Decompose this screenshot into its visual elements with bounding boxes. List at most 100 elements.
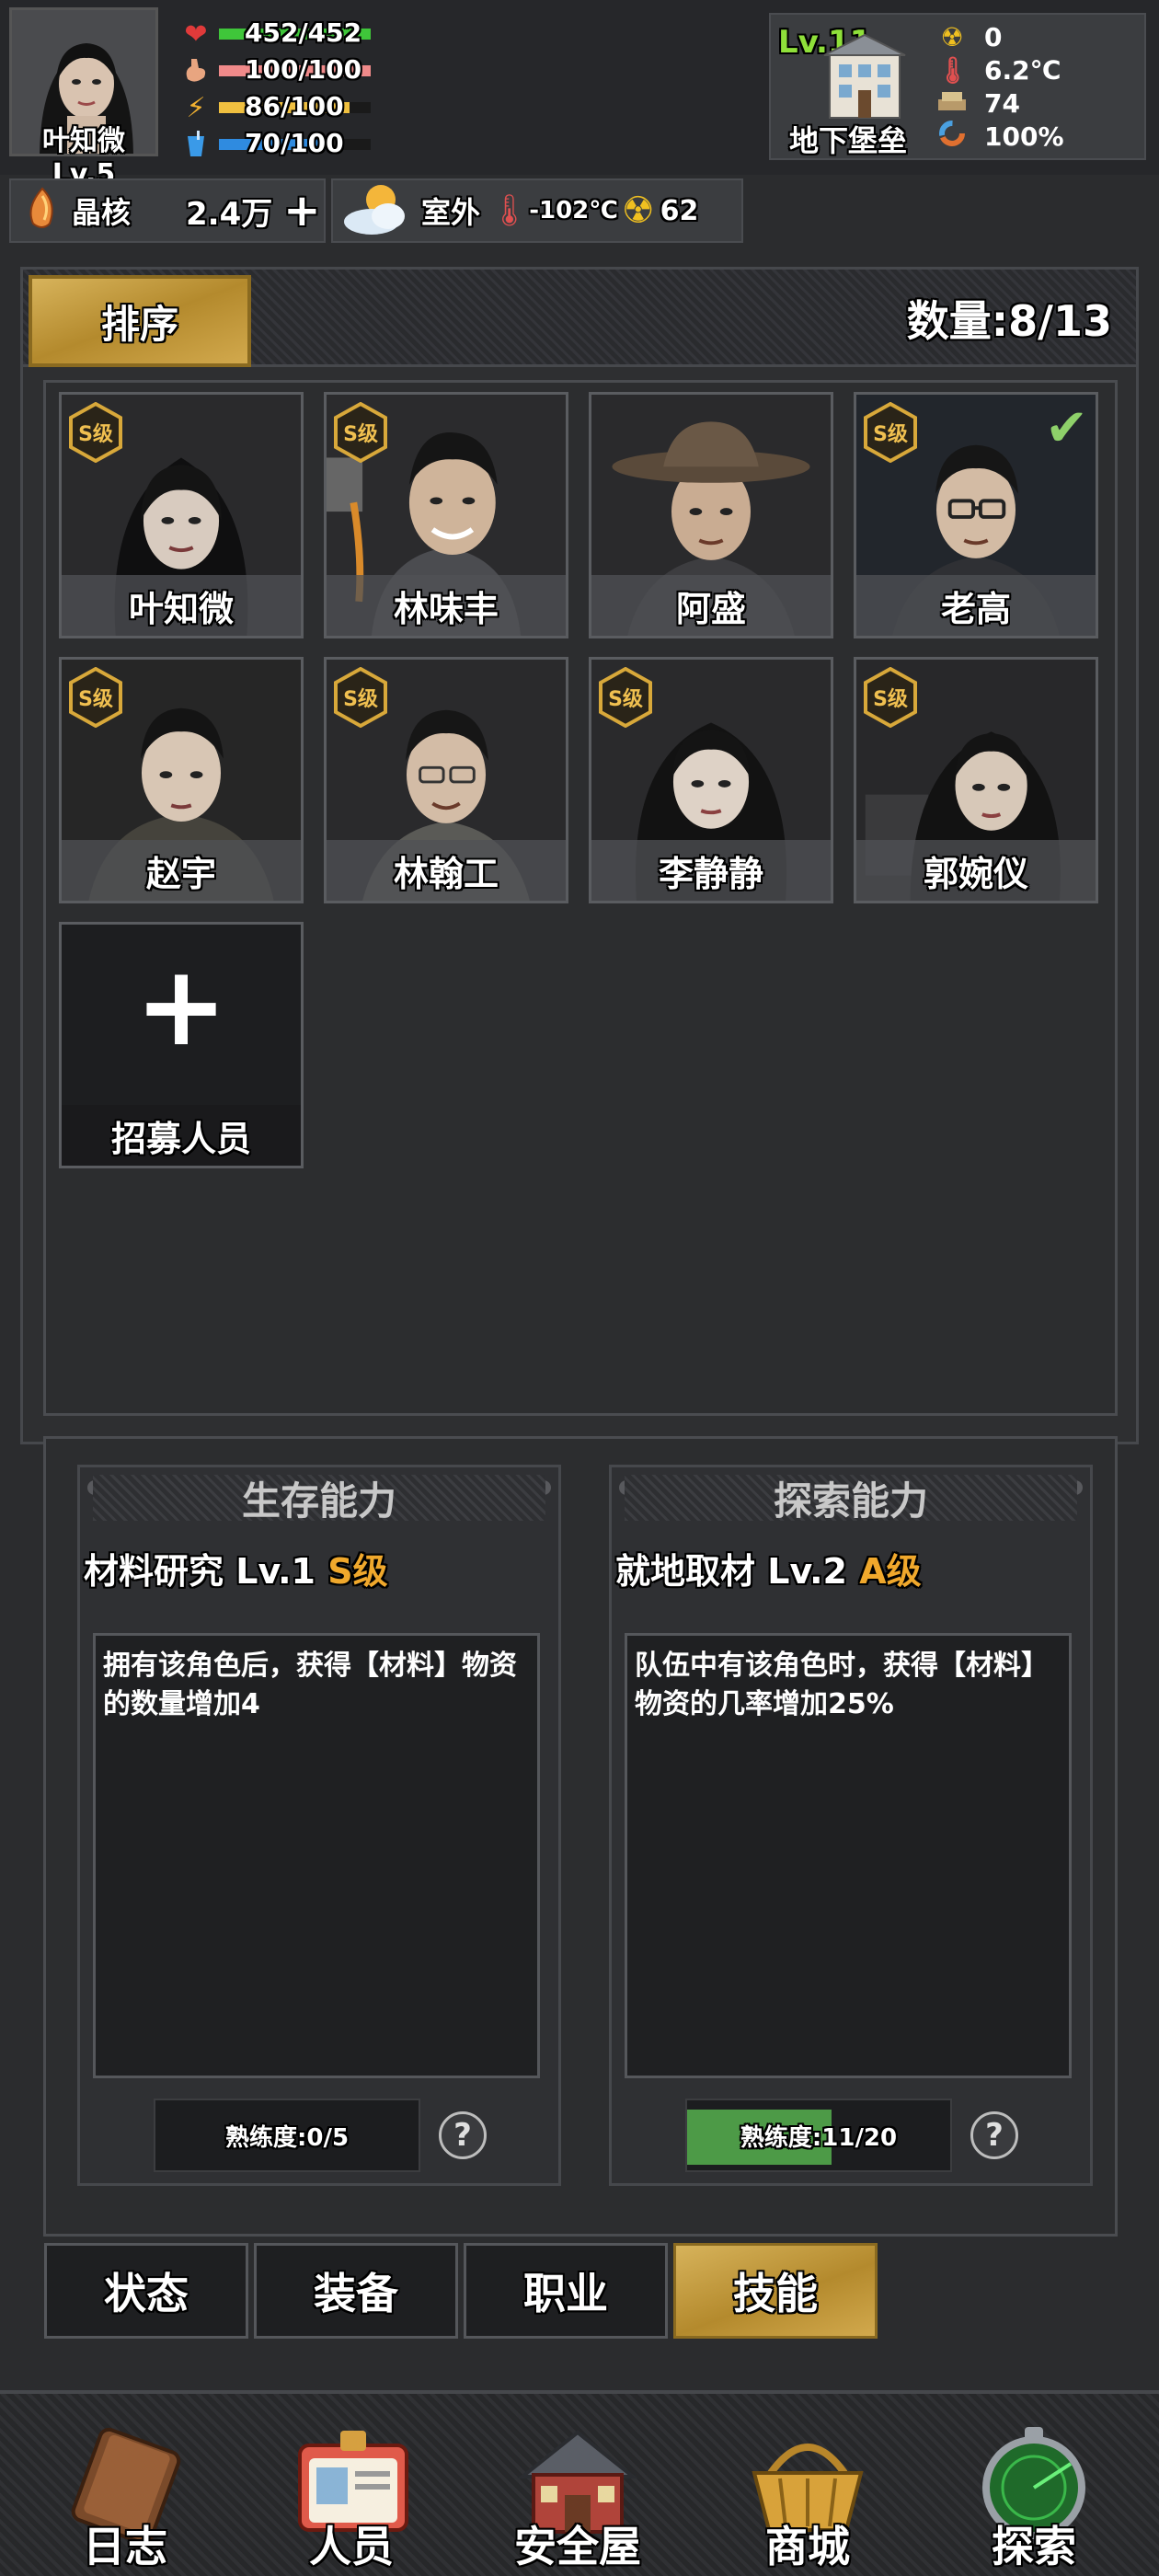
base-name: 地下堡垒 bbox=[789, 123, 908, 158]
base-integrity: 100% bbox=[936, 120, 1064, 153]
member-card[interactable]: S级 赵宇 bbox=[59, 657, 304, 903]
crystal-panel: 晶核 2.4万 + bbox=[9, 178, 326, 243]
sort-button[interactable]: 排序 bbox=[29, 275, 251, 367]
supplies-icon bbox=[936, 88, 968, 119]
s-rank-badge: S级 bbox=[334, 667, 387, 728]
recruit-member-button[interactable]: + 招募人员 bbox=[59, 922, 304, 1168]
s-rank-badge: S级 bbox=[334, 402, 387, 463]
member-card[interactable]: S级 林翰工 bbox=[324, 657, 568, 903]
member-card[interactable]: S级 叶知微 bbox=[59, 392, 304, 638]
nav-safehouse[interactable]: 安全屋 bbox=[486, 2403, 670, 2576]
survival-title: 生存能力 bbox=[93, 1475, 545, 1524]
thirst-stat: 70/100 bbox=[177, 128, 371, 160]
nav-label: 日志 bbox=[83, 2522, 167, 2571]
detail-tab-bar: 状态 装备 职业 技能 bbox=[44, 2243, 1120, 2344]
help-button[interactable]: ? bbox=[439, 2111, 487, 2159]
hp-stat: ❤ 452/452 bbox=[177, 17, 371, 51]
hp-bar: 452/452 bbox=[219, 17, 371, 48]
nav-label: 安全屋 bbox=[514, 2522, 641, 2571]
base-panel[interactable]: Lv.11 地下堡垒 ☢ 0 🌡 6.2℃ 74 100% bbox=[769, 13, 1146, 160]
thermometer-icon: 🌡 bbox=[936, 54, 970, 86]
nav-journal[interactable]: 日志 bbox=[33, 2403, 217, 2576]
roster-header: 排序 数量:8/13 bbox=[23, 270, 1136, 367]
tab-equipment[interactable]: 装备 bbox=[254, 2243, 458, 2339]
member-name: 阿盛 bbox=[591, 575, 831, 636]
member-name: 老高 bbox=[856, 575, 1096, 636]
status-hud: 叶知微 Lv.5 ❤ 452/452 100/100 ⚡ 86/100 70/1… bbox=[0, 0, 1159, 243]
survival-skill-panel: 生存能力 材料研究 Lv.1 S级 拥有该角色后，获得【材料】物资的数量增加4 … bbox=[77, 1465, 561, 2186]
member-name: 李静静 bbox=[591, 840, 831, 901]
tab-status[interactable]: 状态 bbox=[44, 2243, 248, 2339]
selected-check-icon: ✔ bbox=[1045, 398, 1088, 458]
member-name: 林翰工 bbox=[327, 840, 566, 901]
member-card[interactable]: 阿盛 bbox=[589, 392, 833, 638]
member-name: 郭婉仪 bbox=[856, 840, 1096, 901]
nav-personnel[interactable]: 人员 bbox=[259, 2403, 443, 2576]
nav-label: 探索 bbox=[992, 2522, 1076, 2571]
rank-label: S级 bbox=[873, 422, 908, 446]
hunger-value: 100/100 bbox=[245, 54, 362, 85]
add-crystal-button[interactable]: + bbox=[283, 189, 320, 233]
outdoor-radiation-icon: ☢ bbox=[621, 190, 655, 232]
pie-chart-icon bbox=[936, 120, 968, 154]
heart-icon: ❤ bbox=[184, 17, 208, 51]
nav-label: 人员 bbox=[309, 2522, 394, 2571]
help-button[interactable]: ? bbox=[970, 2111, 1018, 2159]
member-card[interactable]: S级 李静静 bbox=[589, 657, 833, 903]
base-temperature-value: 6.2℃ bbox=[984, 54, 1061, 86]
rank-label: S级 bbox=[78, 422, 113, 446]
outdoor-radiation: 62 bbox=[660, 194, 699, 227]
bottom-nav: 日志 人员 安全屋 商城 探索 bbox=[0, 2390, 1159, 2576]
explore-skill-name-text: 就地取材 Lv.2 bbox=[615, 1551, 847, 1592]
energy-bar: 86/100 bbox=[219, 91, 371, 121]
member-name: 林味丰 bbox=[327, 575, 566, 636]
explore-skill-description: 队伍中有该角色时，获得【材料】物资的几率增加25% bbox=[625, 1633, 1072, 2078]
hunger-bar: 100/100 bbox=[219, 54, 371, 85]
energy-value: 86/100 bbox=[245, 91, 344, 121]
weather-sunny-cloud-icon bbox=[337, 179, 418, 242]
explore-title: 探索能力 bbox=[625, 1475, 1077, 1524]
explore-proficiency-text: 熟练度:11/20 bbox=[740, 2123, 898, 2152]
explore-proficiency-bar: 熟练度:11/20 bbox=[685, 2099, 952, 2172]
explore-skill-name: 就地取材 Lv.2 A级 bbox=[615, 1543, 922, 1593]
base-supplies-value: 74 bbox=[984, 87, 1020, 119]
survival-proficiency-text: 熟练度:0/5 bbox=[224, 2123, 350, 2152]
roster-window: 排序 数量:8/13 S级 叶知微 S级 林味丰 阿盛 S级 ✔ 老高 S级 赵… bbox=[20, 267, 1139, 2237]
member-name: 赵宇 bbox=[62, 840, 301, 901]
outdoor-thermometer-icon: 🌡 bbox=[489, 192, 530, 229]
member-name: 叶知微 bbox=[62, 575, 301, 636]
building-icon bbox=[817, 31, 912, 123]
nav-shop[interactable]: 商城 bbox=[716, 2403, 900, 2576]
base-integrity-value: 100% bbox=[984, 121, 1064, 152]
explore-skill-grade: A级 bbox=[859, 1551, 922, 1592]
nav-label: 商城 bbox=[765, 2522, 850, 2571]
member-card[interactable]: S级 郭婉仪 bbox=[854, 657, 1098, 903]
base-radiation-value: 0 bbox=[984, 21, 1003, 52]
s-rank-badge: S级 bbox=[864, 402, 917, 463]
survival-skill-grade: S级 bbox=[327, 1551, 388, 1592]
base-radiation: ☢ 0 bbox=[936, 20, 1002, 53]
tab-profession[interactable]: 职业 bbox=[464, 2243, 668, 2339]
tab-skills[interactable]: 技能 bbox=[673, 2243, 878, 2339]
recruit-label: 招募人员 bbox=[62, 1105, 301, 1166]
explore-skill-panel: 探索能力 就地取材 Lv.2 A级 队伍中有该角色时，获得【材料】物资的几率增加… bbox=[609, 1465, 1093, 2186]
nav-explore[interactable]: 探索 bbox=[942, 2403, 1126, 2576]
member-card[interactable]: S级 林味丰 bbox=[324, 392, 568, 638]
plus-icon: + bbox=[134, 943, 228, 1071]
survival-skill-name: 材料研究 Lv.1 S级 bbox=[84, 1543, 388, 1593]
s-rank-badge: S级 bbox=[864, 667, 917, 728]
rank-label: S级 bbox=[608, 687, 643, 711]
base-temperature: 🌡 6.2℃ bbox=[936, 53, 1061, 86]
crystal-value: 2.4万 bbox=[186, 195, 273, 233]
member-card[interactable]: S级 ✔ 老高 bbox=[854, 392, 1098, 638]
member-grid: S级 叶知微 S级 林味丰 阿盛 S级 ✔ 老高 S级 赵宇 S级 林翰工 S级… bbox=[43, 380, 1118, 1416]
hp-value: 452/452 bbox=[245, 17, 362, 48]
base-supplies: 74 bbox=[936, 86, 1020, 120]
member-count: 数量:8/13 bbox=[906, 296, 1112, 346]
lightning-icon: ⚡ bbox=[186, 91, 206, 124]
survival-skill-description: 拥有该角色后，获得【材料】物资的数量增加4 bbox=[93, 1633, 540, 2078]
skills-section: 生存能力 材料研究 Lv.1 S级 拥有该角色后，获得【材料】物资的数量增加4 … bbox=[43, 1436, 1118, 2237]
rank-label: S级 bbox=[343, 687, 378, 711]
location-label: 室外 bbox=[421, 195, 481, 230]
outdoor-temperature: -102℃ bbox=[529, 197, 618, 224]
